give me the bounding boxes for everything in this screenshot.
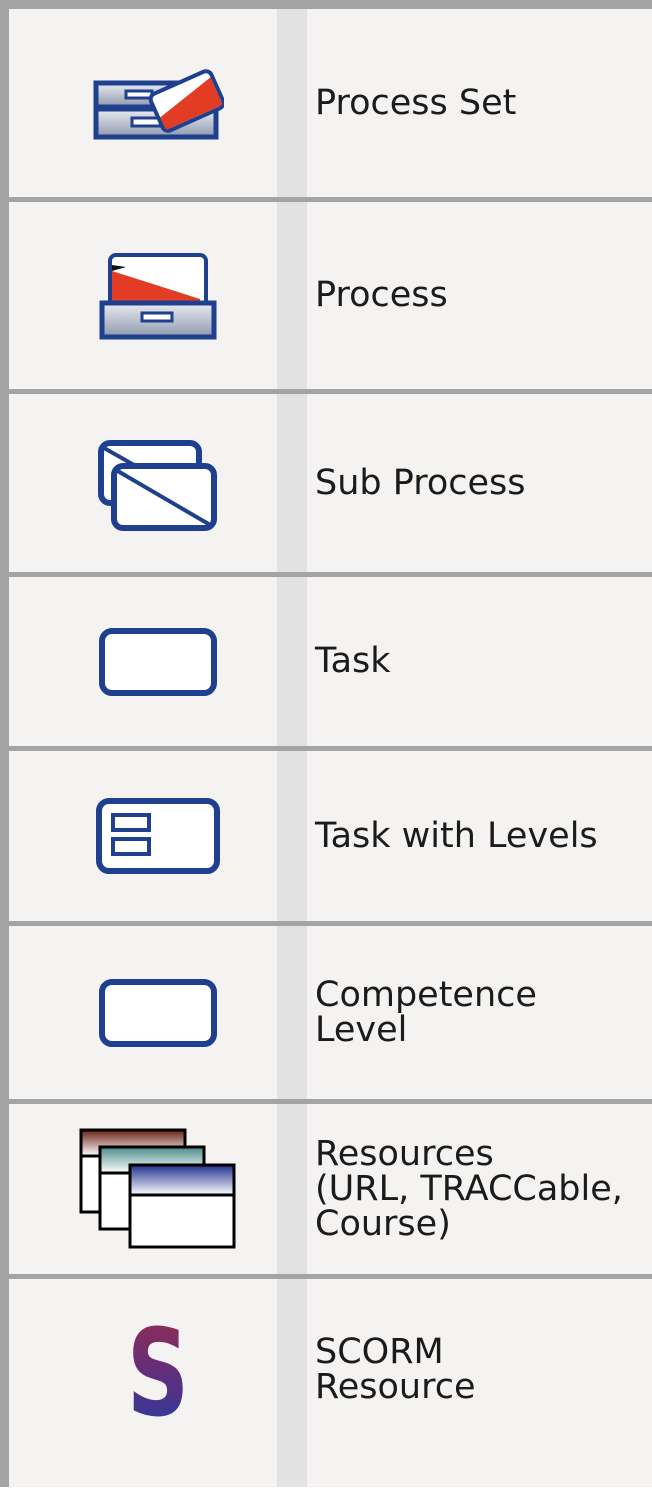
legend-row-process-set: Process Set: [9, 9, 652, 202]
legend-label-cell: Process: [315, 202, 642, 389]
scorm-resource-icon: S: [127, 1315, 189, 1425]
legend-icon-cell: S: [9, 1279, 307, 1461]
legend-label: Process: [315, 275, 448, 315]
legend-icon-cell: [9, 394, 307, 572]
legend-row-resources: Resources (URL, TRACCable, Course): [9, 1104, 652, 1279]
process-icon: [99, 252, 217, 339]
legend-label-cell: SCORM Resource: [315, 1279, 642, 1461]
legend-label: SCORM Resource: [315, 1332, 476, 1407]
legend-label-cell: Competence Level: [315, 926, 642, 1099]
legend-icon-cell: [9, 202, 307, 389]
legend-label-cell: Task with Levels: [315, 751, 642, 921]
legend-label-cell: Process Set: [315, 9, 642, 197]
legend-row-sub-process: Sub Process: [9, 394, 652, 577]
legend-icon-cell: [9, 9, 307, 197]
legend-row-competence-level: Competence Level: [9, 926, 652, 1104]
legend-label-cell: Resources (URL, TRACCable, Course): [315, 1104, 642, 1274]
legend-row-process: Process: [9, 202, 652, 394]
legend-label: Sub Process: [315, 462, 526, 503]
process-set-icon: [93, 69, 224, 140]
legend-label-cell: Task: [315, 577, 642, 746]
legend-icon-cell: [9, 926, 307, 1099]
legend-row-task: Task: [9, 577, 652, 751]
legend-label-cell: Sub Process: [315, 394, 642, 572]
legend-label: Resources (URL, TRACCable, Course): [315, 1133, 623, 1244]
task-with-levels-icon: [96, 798, 220, 874]
task-icon: [99, 627, 217, 696]
scorm-glyph: S: [127, 1315, 189, 1425]
legend-label: Competence Level: [315, 974, 537, 1050]
competence-level-icon: [99, 978, 217, 1047]
legend-label: Task: [315, 641, 391, 681]
legend-label: Process Set: [315, 82, 517, 123]
legend-icon-cell: [9, 577, 307, 746]
legend-icon-cell: [9, 1104, 307, 1274]
legend-row-task-with-levels: Task with Levels: [9, 751, 652, 926]
legend-row-scorm-resource: S SCORM Resource: [9, 1279, 652, 1496]
resources-icon: [79, 1128, 236, 1249]
sub-process-icon: [98, 440, 217, 531]
legend-label: Task with Levels: [315, 815, 598, 856]
legend-icon-cell: [9, 751, 307, 921]
object-legend: Process Set Process Sub Process Task Tas…: [0, 0, 652, 1487]
